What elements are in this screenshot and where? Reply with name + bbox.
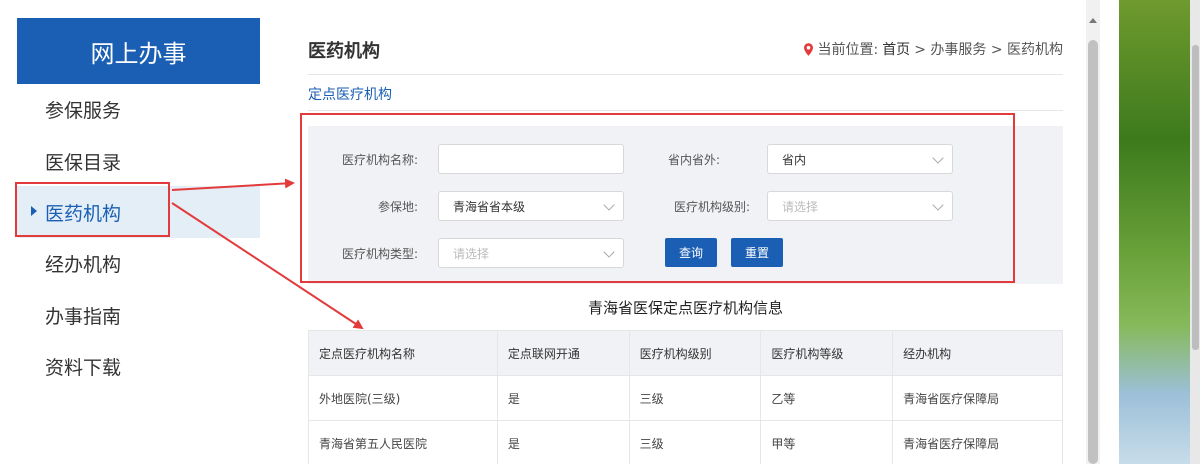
sidebar-item-catalog[interactable]: 医保目录	[17, 135, 260, 187]
sidebar-item-guide[interactable]: 办事指南	[17, 289, 260, 341]
table-row[interactable]: 青海省第五人民医院 是 三级 甲等 青海省医疗保障局	[308, 420, 1063, 464]
page-title: 医药机构	[308, 41, 380, 62]
sidebar-item-label: 经办机构	[45, 253, 122, 276]
outer-scrollbar-thumb[interactable]	[1192, 45, 1199, 350]
scroll-up-arrow-icon[interactable]	[1089, 18, 1097, 23]
column-header: 定点联网开通	[496, 330, 630, 376]
column-header: 经办机构	[892, 330, 1063, 376]
table-cell: 三级	[628, 375, 762, 421]
table-cell: 青海省医疗保障局	[892, 420, 1063, 464]
institutions-table: 定点医疗机构名称 定点联网开通 医疗机构级别 医疗机构等级 经办机构 外地医院(…	[308, 330, 1063, 464]
table-cell: 是	[496, 420, 630, 464]
sidebar-item-downloads[interactable]: 资料下载	[17, 340, 260, 392]
location-pin-icon	[804, 42, 814, 56]
page: 网上办事 参保服务 医保目录 医药机构 经办机构 办事指南 资料下载 医药机构 …	[0, 0, 1200, 464]
sidebar-item-label: 医保目录	[45, 151, 122, 174]
column-header: 医疗机构级别	[628, 330, 762, 376]
divider	[308, 74, 1063, 75]
divider	[308, 110, 1063, 111]
annotation-highlight-sidebar	[15, 182, 170, 237]
table-cell: 甲等	[760, 420, 894, 464]
annotation-highlight-form	[300, 113, 1015, 283]
table-row[interactable]: 外地医院(三级) 是 三级 乙等 青海省医疗保障局	[308, 375, 1063, 421]
background-scenery-image	[1119, 0, 1200, 464]
breadcrumb-prefix: 当前位置:	[817, 42, 879, 58]
scrollbar-thumb[interactable]	[1088, 40, 1098, 464]
breadcrumb-home-link[interactable]: 首页	[882, 39, 910, 59]
sidebar-item-label: 参保服务	[45, 99, 122, 122]
column-header: 医疗机构等级	[760, 330, 894, 376]
table-cell: 是	[496, 375, 630, 421]
table-cell: 青海省第五人民医院	[308, 420, 498, 464]
table-cell: 青海省医疗保障局	[892, 375, 1063, 421]
sidebar-item-agencies[interactable]: 经办机构	[17, 237, 260, 289]
sidebar-item-insurance-service[interactable]: 参保服务	[17, 83, 260, 135]
column-header: 定点医疗机构名称	[308, 330, 498, 376]
sidebar-title: 网上办事	[17, 18, 260, 84]
table-title: 青海省医保定点医疗机构信息	[587, 299, 783, 317]
table-header-row: 定点医疗机构名称 定点联网开通 医疗机构级别 医疗机构等级 经办机构	[308, 330, 1063, 376]
table-cell: 外地医院(三级)	[308, 375, 498, 421]
sidebar-item-label: 办事指南	[45, 305, 122, 328]
sidebar-item-label: 资料下载	[45, 356, 122, 379]
breadcrumb-rest[interactable]: > 办事服务 > 医药机构	[914, 39, 1063, 59]
table-cell: 乙等	[760, 375, 894, 421]
table-cell: 三级	[628, 420, 762, 464]
breadcrumb: 当前位置: 首页 > 办事服务 > 医药机构	[804, 39, 1063, 59]
